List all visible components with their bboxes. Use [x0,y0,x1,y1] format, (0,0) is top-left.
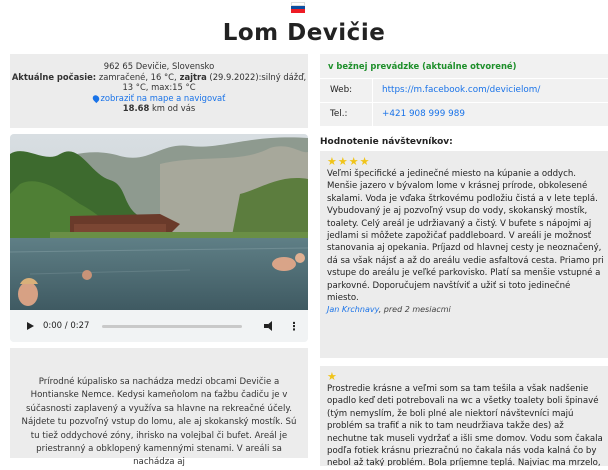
rating-stars-icon: ★ [327,370,338,383]
web-label: Web: [330,85,353,95]
review-author[interactable]: Jan Krchnavy [327,305,379,314]
weather-line: Aktuálne počasie: zamračené, 16 °C, zajt… [10,72,308,93]
distance: 18.68 km od vás [10,103,308,114]
web-row: Web: https://m.facebook.com/devicielom/ [320,79,608,102]
distance-value: 18.68 [122,103,150,114]
review-text: Veľmi špecifické a jedinečné miesto na k… [327,169,604,304]
reviews-heading: Hodnotenie návštevníkov: [320,137,453,147]
divider [372,79,373,102]
review-card: ★★★★ Veľmi špecifické a jedinečné miesto… [320,151,608,358]
review-date: , pred 2 mesiacmi [378,305,451,315]
map-pin-icon [90,93,101,103]
web-link[interactable]: https://m.facebook.com/devicielom/ [382,79,540,102]
slovakia-flag-icon [291,2,305,14]
weather-label: Aktuálne počasie: [11,71,97,82]
distance-suffix: km od vás [149,103,196,114]
description: Prírodné kúpalisko sa nachádza medzi obc… [10,348,308,467]
map-link[interactable]: zobraziť na mape a navigovať [10,93,308,104]
tel-label: Tel.: [330,109,348,119]
review-card: ★ Prostredie krásne a veľmi som sa tam t… [320,366,608,466]
video-frame-lake-photo [10,134,308,310]
play-icon[interactable] [27,322,34,330]
video-progress-slider[interactable] [102,324,243,328]
rating-stars-icon: ★★★★ [327,155,371,168]
weather-now: zamračené, 16 °C, [96,71,177,82]
divider [372,103,373,126]
video-player[interactable]: 0:00 / 0:27 ⋮ [10,134,308,342]
more-options-icon[interactable]: ⋮ [288,320,299,333]
location-info-box: 962 65 Devičie, Slovensko Aktuálne počas… [10,54,308,128]
page-title: Lom Devičie [222,20,386,46]
volume-icon[interactable] [264,321,276,331]
tomorrow-label: zajtra [176,71,207,82]
tel-row: Tel.: +421 908 999 989 [320,103,608,126]
video-time: 0:00 / 0:27 [43,321,90,331]
tel-link[interactable]: +421 908 999 989 [382,103,465,126]
status-badge: v bežnej prevádzke (aktuálne otvorené) [320,54,608,78]
map-link-label: zobraziť na mape a navigovať [100,92,226,103]
address: 962 65 Devičie, Slovensko [103,61,215,71]
video-controls: 0:00 / 0:27 ⋮ [10,310,308,342]
